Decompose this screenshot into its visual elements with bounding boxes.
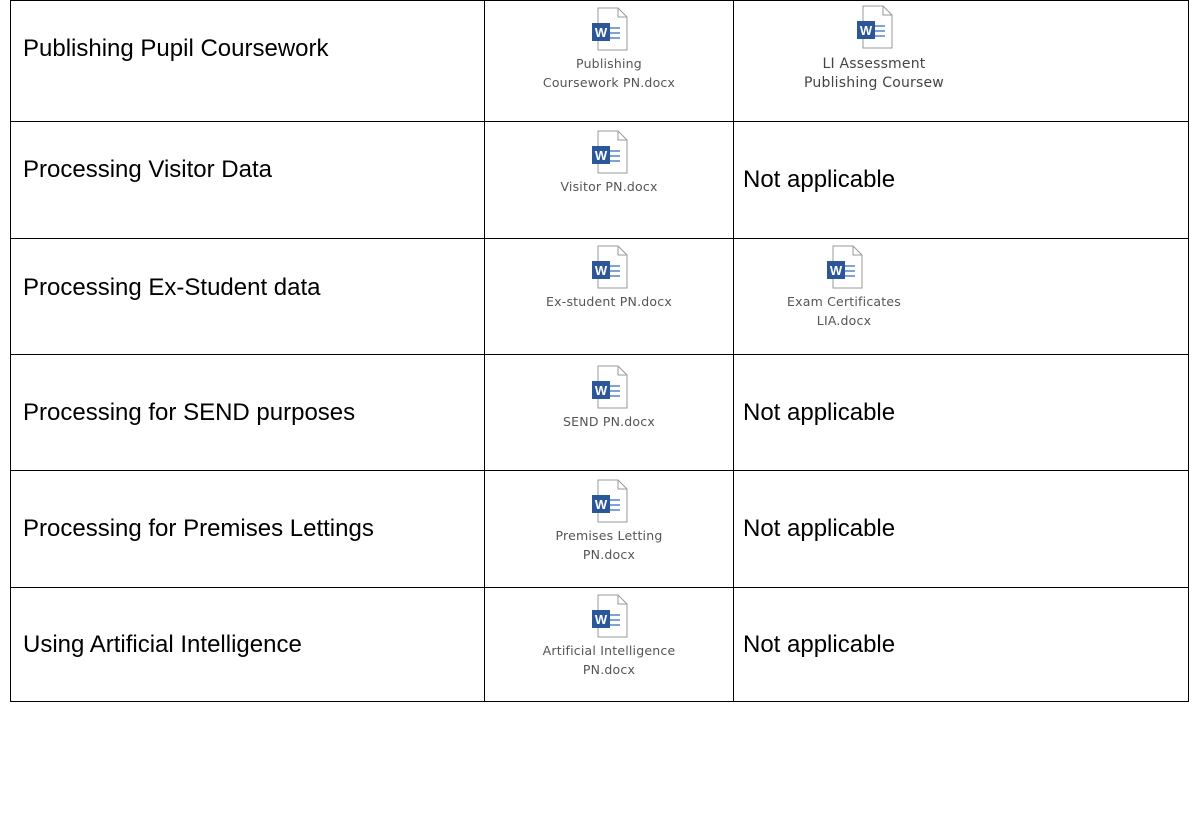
- word-document-icon: W: [592, 479, 628, 523]
- table-row: Processing for SEND purposes W SEND PN.d…: [10, 354, 1189, 471]
- embedded-word-file[interactable]: W SEND PN.docx: [509, 365, 709, 431]
- purpose-cell: Processing for Premises Lettings: [10, 470, 485, 588]
- purpose-text: Processing for SEND purposes: [23, 398, 356, 426]
- notice-file-cell: W Ex-student PN.docx: [484, 238, 734, 355]
- embedded-word-file[interactable]: W Ex-student PN.docx: [509, 245, 709, 311]
- svg-text:W: W: [860, 23, 873, 38]
- not-applicable-text: Not applicable: [743, 398, 896, 426]
- table-row: Processing for Premises Lettings W Premi…: [10, 470, 1189, 588]
- purpose-text: Processing Visitor Data: [23, 156, 272, 183]
- svg-text:W: W: [830, 263, 843, 278]
- purpose-cell: Processing for SEND purposes: [10, 354, 485, 471]
- file-name: Visitor PN.docx: [560, 179, 658, 194]
- file-name: SEND PN.docx: [563, 414, 655, 429]
- file-name: Ex-student PN.docx: [546, 294, 672, 309]
- purpose-cell: Using Artificial Intelligence: [10, 587, 485, 702]
- purpose-cell: Processing Ex-Student data: [10, 238, 485, 355]
- word-document-icon: W: [592, 7, 628, 51]
- not-applicable-text: Not applicable: [743, 630, 896, 658]
- purpose-cell: Publishing Pupil Coursework: [10, 0, 485, 122]
- notice-file-cell: W Artificial Intelligence PN.docx: [484, 587, 734, 702]
- word-document-icon: W: [857, 5, 893, 49]
- purpose-cell: Processing Visitor Data: [10, 121, 485, 239]
- not-applicable-text: Not applicable: [743, 515, 896, 542]
- word-document-icon: W: [592, 594, 628, 638]
- word-document-icon: W: [592, 365, 628, 409]
- assessment-cell: Not applicable: [733, 470, 1189, 588]
- table-row: Processing Ex-Student data W Ex-student …: [10, 238, 1189, 355]
- assessment-cell: W Exam Certificates LIA.docx: [733, 238, 1189, 355]
- notice-file-cell: W Visitor PN.docx: [484, 121, 734, 239]
- purpose-text: Using Artificial Intelligence: [23, 630, 302, 658]
- notice-file-cell: W Publishing Coursework PN.docx: [484, 0, 734, 122]
- table-row: Processing Visitor Data W Visitor PN.doc…: [10, 121, 1189, 239]
- file-name: LI Assessment Publishing Coursew: [804, 56, 944, 91]
- assessment-cell: Not applicable: [733, 354, 1189, 471]
- embedded-word-file[interactable]: W Visitor PN.docx: [509, 130, 709, 196]
- purpose-text: Publishing Pupil Coursework: [23, 34, 329, 62]
- svg-text:W: W: [595, 263, 608, 278]
- notice-file-cell: W SEND PN.docx: [484, 354, 734, 471]
- embedded-word-file[interactable]: W Exam Certificates LIA.docx: [744, 245, 944, 330]
- file-name: Exam Certificates LIA.docx: [787, 294, 901, 328]
- svg-text:W: W: [595, 25, 608, 40]
- assessment-cell: Not applicable: [733, 587, 1189, 702]
- privacy-notice-table: Publishing Pupil Coursework W Publishing…: [10, 0, 1189, 702]
- file-name: Premises Letting PN.docx: [555, 528, 663, 562]
- assessment-cell: Not applicable: [733, 121, 1189, 239]
- svg-text:W: W: [595, 383, 608, 398]
- purpose-text: Processing Ex-Student data: [23, 273, 321, 301]
- word-document-icon: W: [592, 130, 628, 174]
- embedded-word-file[interactable]: W Premises Letting PN.docx: [509, 479, 709, 564]
- svg-text:W: W: [595, 612, 608, 627]
- word-document-icon: W: [592, 245, 628, 289]
- purpose-text: Processing for Premises Lettings: [23, 515, 374, 542]
- file-name: Publishing Coursework PN.docx: [542, 56, 676, 90]
- not-applicable-text: Not applicable: [743, 166, 896, 193]
- svg-text:W: W: [595, 497, 608, 512]
- table-row: Using Artificial Intelligence W Artifici…: [10, 587, 1189, 702]
- table-row: Publishing Pupil Coursework W Publishing…: [10, 0, 1189, 122]
- embedded-word-file[interactable]: W Publishing Coursework PN.docx: [509, 7, 709, 92]
- svg-text:W: W: [595, 148, 608, 163]
- file-name: Artificial Intelligence PN.docx: [542, 643, 676, 677]
- assessment-cell: W LI Assessment Publishing Coursew: [733, 0, 1189, 122]
- word-document-icon: W: [827, 245, 863, 289]
- embedded-word-file[interactable]: W LI Assessment Publishing Coursew: [764, 5, 984, 93]
- embedded-word-file[interactable]: W Artificial Intelligence PN.docx: [509, 594, 709, 679]
- notice-file-cell: W Premises Letting PN.docx: [484, 470, 734, 588]
